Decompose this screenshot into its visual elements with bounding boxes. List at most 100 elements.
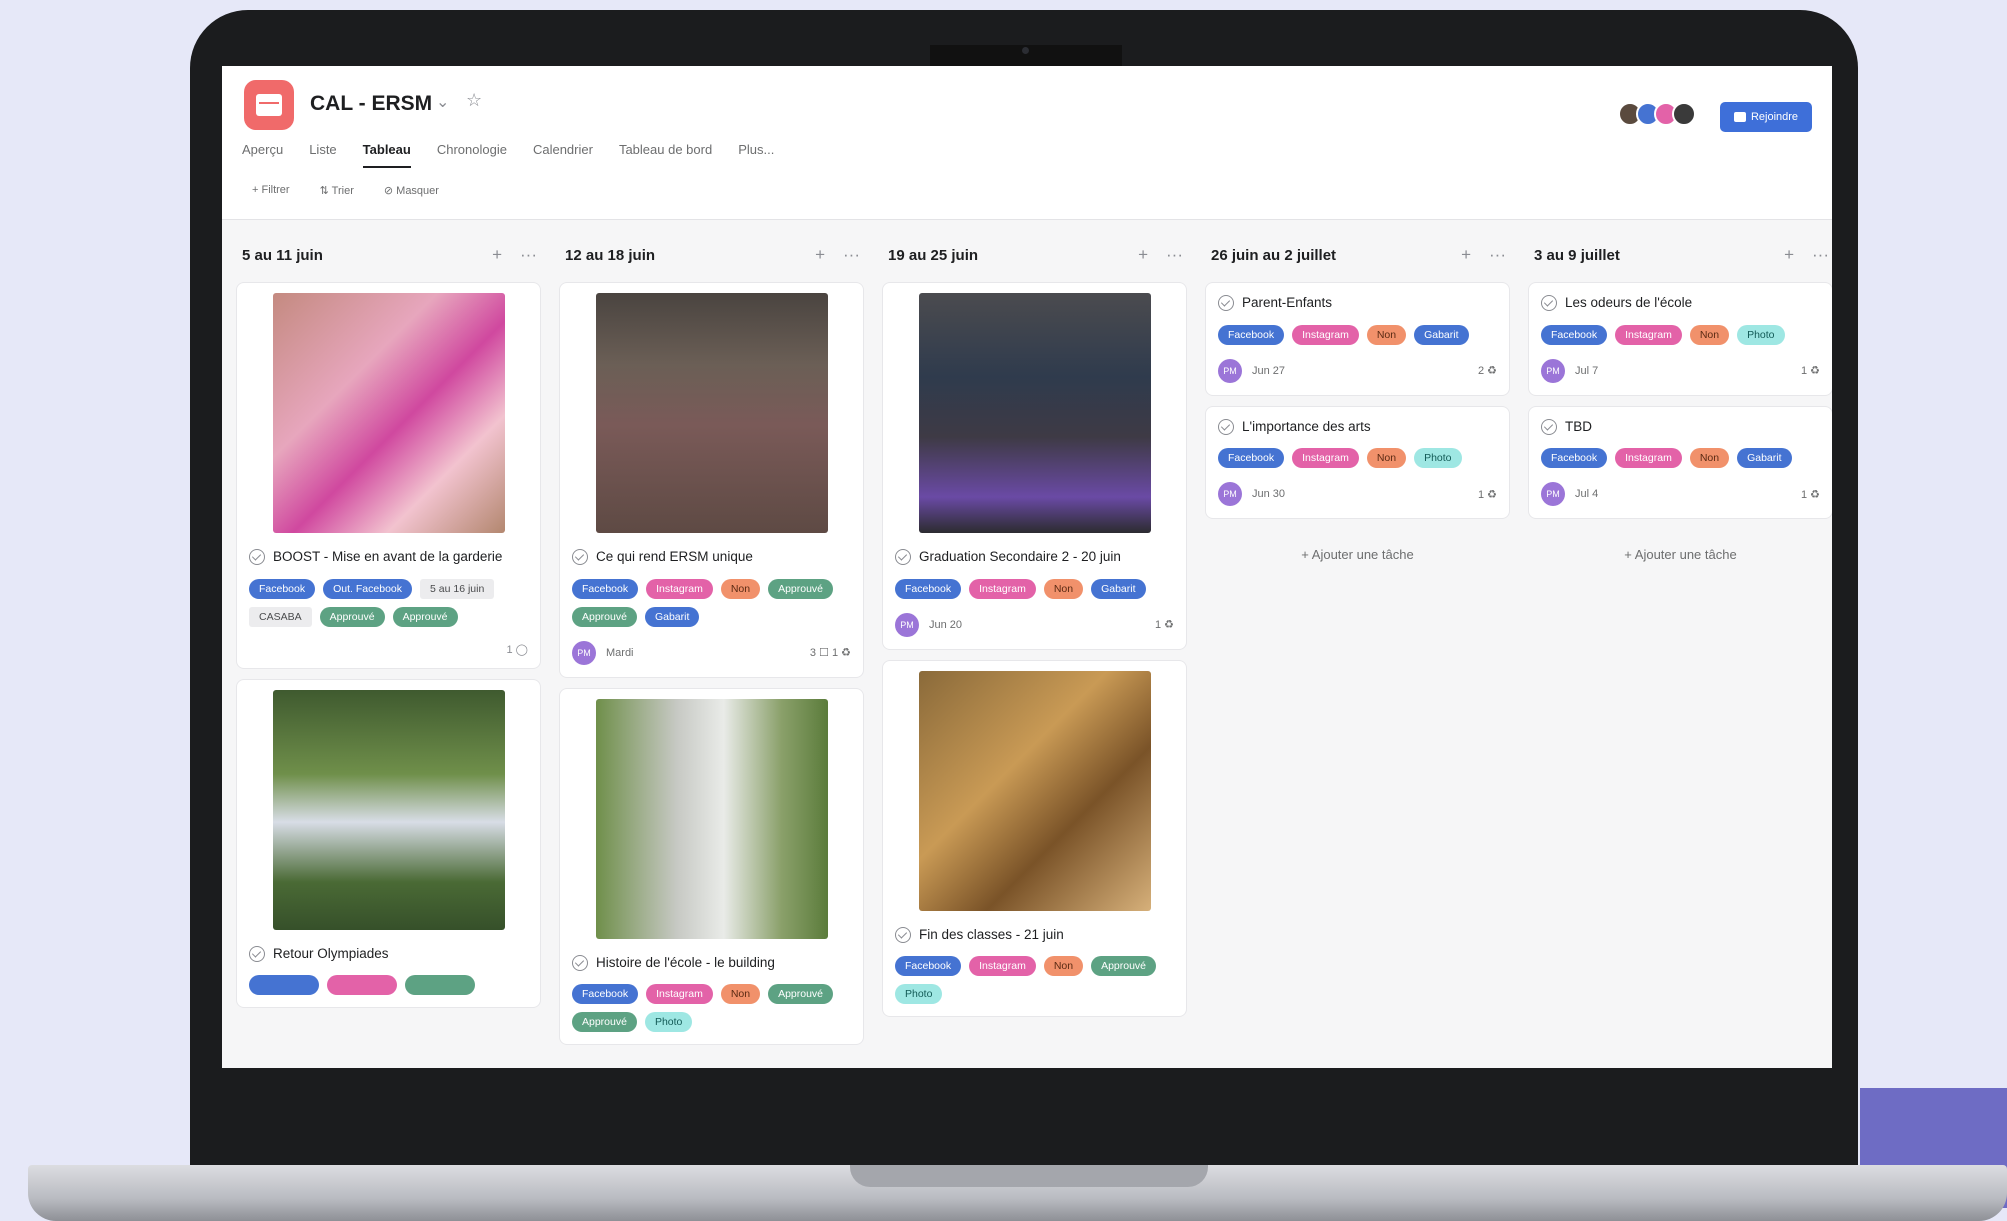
due-date: Jun 30 (1252, 488, 1286, 501)
check-circle-icon[interactable] (895, 926, 911, 943)
user-plus-icon (1733, 112, 1746, 122)
check-circle-icon[interactable] (249, 945, 265, 962)
assignee-avatar[interactable]: PM (1218, 482, 1242, 507)
add-icon[interactable]: + (1138, 245, 1148, 265)
task-meta: PM Mardi 3 ☐ 1 ♻ (572, 640, 851, 665)
join-button-label: Rejoindre (1750, 111, 1799, 123)
add-icon[interactable]: + (1784, 245, 1794, 265)
subtask-count: 1 ♻ (1477, 488, 1497, 501)
task-card[interactable]: Histoire de l'école - le building Faceboo… (559, 687, 864, 1046)
tab-6[interactable]: Plus... (738, 142, 774, 168)
add-icon[interactable]: + (492, 245, 502, 265)
tab-3[interactable]: Chronologie (437, 142, 507, 168)
member-avatar[interactable] (1672, 102, 1696, 126)
column-header: 3 au 9 juillet + ··· (1528, 238, 1832, 272)
tag: Approuvé (319, 606, 385, 627)
more-icon[interactable]: ··· (1489, 245, 1506, 265)
tab-2[interactable]: Tableau (362, 142, 411, 168)
sort-button[interactable]: ⇅ Trier (320, 184, 354, 197)
check-circle-icon[interactable] (572, 549, 588, 565)
tag-placeholder (327, 975, 397, 996)
add-icon[interactable]: + (1461, 245, 1471, 265)
column-title: 12 au 18 juin (565, 246, 656, 264)
tab-4[interactable]: Calendrier (533, 142, 593, 168)
task-title: Les odeurs de l'école (1541, 293, 1820, 313)
tag: Approuvé (392, 606, 458, 627)
board-column: 12 au 18 juin + ··· Ce qui rend ERSM unique… (559, 238, 864, 1046)
tag: 5 au 16 juin (420, 578, 495, 599)
comment-icon: ◯ (512, 643, 528, 656)
project-title[interactable]: CAL - ERSM (310, 92, 432, 116)
column-header: 26 juin au 2 juillet + ··· (1205, 238, 1510, 272)
column-title: 5 au 11 juin (242, 246, 323, 264)
subtask-count: 3 ☐ 1 ♻ (809, 647, 851, 660)
subtask-count: 1 ♻ (1154, 619, 1174, 632)
classroom-photo (918, 293, 1151, 533)
tag: Non (1366, 324, 1407, 345)
board-column: 5 au 11 juin + ··· BOOST - Mise en avant de… (236, 238, 541, 1045)
add-task-button[interactable]: + Ajouter une tâche (1528, 547, 1832, 562)
task-card[interactable]: L'importance des arts Facebook Instagram No… (1205, 405, 1510, 520)
tag: Gabarit (1091, 578, 1146, 599)
tag: Non (1043, 578, 1084, 599)
task-title-text: BOOST - Mise en avant de la garderie (273, 549, 503, 564)
check-circle-icon[interactable] (1541, 418, 1557, 435)
check-circle-icon[interactable] (249, 549, 265, 565)
more-icon[interactable]: ··· (1812, 245, 1829, 265)
star-icon[interactable]: ☆ (466, 90, 482, 111)
due-date: Mardi (606, 646, 634, 659)
assignee-avatar[interactable]: PM (572, 640, 596, 665)
task-card[interactable]: Les odeurs de l'école Facebook Instagram No… (1528, 282, 1832, 396)
tag: Photo (1737, 324, 1785, 345)
tab-0[interactable]: Aperçu (242, 142, 283, 168)
column-header: 19 au 25 juin + ··· (882, 238, 1187, 272)
filter-button[interactable]: + Filtrer (252, 184, 290, 197)
tab-5[interactable]: Tableau de bord (619, 142, 712, 168)
task-card[interactable]: Fin des classes - 21 juin Facebook Instagr… (882, 659, 1187, 1018)
task-title: Graduation Secondaire 2 - 20 juin (895, 547, 1174, 567)
tag-list: Facebook Instagram Non Approuvé Photo (895, 956, 1174, 1005)
check-circle-icon[interactable] (1541, 295, 1557, 311)
task-card[interactable]: BOOST - Mise en avant de la garderie Face… (236, 282, 541, 669)
tag: Facebook (572, 578, 639, 599)
more-icon[interactable]: ··· (520, 245, 537, 265)
tag: Facebook (1541, 448, 1608, 469)
calendar-project-icon[interactable] (244, 80, 294, 130)
board-toolbar: + Filtrer ⇅ Trier ⊘ Masquer (252, 184, 439, 197)
assignee: PM Mardi (572, 640, 634, 665)
check-circle-icon[interactable] (895, 549, 911, 565)
assignee-avatar[interactable]: PM (1541, 482, 1565, 507)
check-circle-icon[interactable] (1218, 418, 1234, 435)
task-title: Parent-Enfants (1218, 293, 1497, 313)
assignee-avatar[interactable]: PM (895, 612, 919, 637)
more-icon[interactable]: ··· (843, 245, 860, 265)
task-meta: PM Jun 27 2 ♻ (1218, 358, 1497, 383)
task-card[interactable]: TBD Facebook Instagram Non Gabarit PM Jul 4 1 ♻ (1528, 405, 1832, 520)
add-icon[interactable]: + (815, 245, 825, 265)
tag: Approuvé (768, 984, 834, 1005)
tag: CASABA (249, 606, 312, 627)
column-actions: + ··· (1138, 245, 1183, 265)
assignee-avatar[interactable]: PM (1218, 358, 1242, 383)
more-icon[interactable]: ··· (1166, 245, 1183, 265)
tag: Instagram (646, 578, 713, 599)
check-circle-icon[interactable] (572, 954, 588, 971)
tag: Facebook (1541, 324, 1608, 345)
subtask-count: 2 ♻ (1477, 365, 1497, 378)
add-task-button[interactable]: + Ajouter une tâche (1205, 547, 1510, 562)
task-card[interactable]: Retour Olympiades (236, 678, 541, 1009)
task-card[interactable]: Graduation Secondaire 2 - 20 juin Faceboo… (882, 282, 1187, 650)
task-meta: PM Jun 20 1 ♻ (895, 612, 1174, 637)
task-card[interactable]: Parent-Enfants Facebook Instagram Non Gabari… (1205, 282, 1510, 396)
check-circle-icon[interactable] (1218, 295, 1234, 311)
tab-1[interactable]: Liste (309, 142, 336, 168)
tag: Gabarit (1414, 324, 1469, 345)
task-card[interactable]: Ce qui rend ERSM unique Facebook Instagram… (559, 282, 864, 678)
chevron-down-icon[interactable]: ⌄ (436, 92, 449, 112)
column-actions: + ··· (1784, 245, 1829, 265)
join-button[interactable]: Rejoindre (1720, 102, 1812, 132)
assignee-avatar[interactable]: PM (1541, 358, 1565, 383)
hide-button[interactable]: ⊘ Masquer (384, 184, 439, 197)
member-avatars[interactable] (1618, 102, 1696, 126)
column-title: 3 au 9 juillet (1534, 246, 1620, 264)
